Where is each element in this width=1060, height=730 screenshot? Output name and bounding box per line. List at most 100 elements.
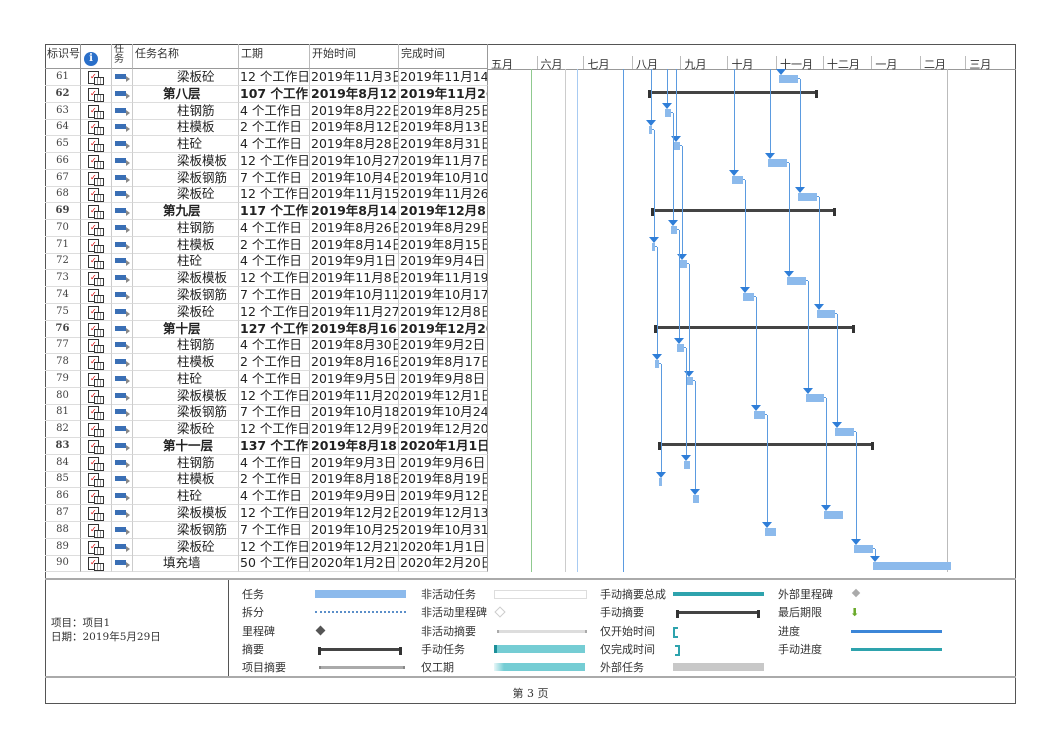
task-name[interactable]: 梁板钢筋 <box>133 287 239 304</box>
task-bar[interactable] <box>674 142 681 151</box>
table-row[interactable]: 67 ✓ 梁板钢筋7 个工作日2019年10月4日2019年10月10日 <box>45 169 488 187</box>
task-mode-cell[interactable] <box>112 505 133 523</box>
task-start[interactable]: 2019年8月28日 <box>310 136 399 154</box>
col-header-finish[interactable]: 完成时间 <box>399 44 488 69</box>
task-finish[interactable]: 2019年8月31日 <box>399 136 488 154</box>
summary-bar[interactable] <box>654 324 855 333</box>
task-duration[interactable]: 107 个工作日 <box>239 85 310 103</box>
task-start[interactable]: 2019年10月25日 <box>310 521 399 539</box>
task-finish[interactable]: 2019年8月29日 <box>399 219 488 237</box>
task-mode-cell[interactable] <box>112 521 133 539</box>
col-header-mode[interactable]: 任务 <box>112 44 133 69</box>
table-row[interactable]: 62 ✓ 第八层107 个工作日2019年8月12日2019年11月26日 <box>45 85 488 103</box>
summary-bar[interactable] <box>657 442 875 451</box>
task-mode-cell[interactable] <box>112 85 133 103</box>
summary-bar[interactable] <box>648 90 819 99</box>
task-mode-cell[interactable] <box>112 471 133 489</box>
table-row[interactable]: 77 ✓ 柱钢筋 4 个工作日 2019年8月30日 2019年9月2日 <box>45 337 488 355</box>
task-finish[interactable]: 2019年9月12日 <box>399 488 488 506</box>
table-row[interactable]: 85 ✓ 柱模板 2 个工作日 2019年8月18日 2019年8月19日 <box>45 471 488 489</box>
task-duration[interactable]: 4 个工作日 <box>239 370 310 388</box>
table-row[interactable]: 87 ✓ 梁板模板12 个工作日2019年12月2日2019年12月13日 <box>45 505 488 523</box>
task-bar[interactable] <box>683 461 690 470</box>
task-start[interactable]: 2019年11月15日 <box>310 186 399 204</box>
task-name[interactable]: 梁板砼 <box>133 303 239 321</box>
task-bar[interactable] <box>816 310 836 319</box>
task-duration[interactable]: 12 个工作日 <box>239 152 310 170</box>
task-bar[interactable] <box>677 343 684 352</box>
task-name[interactable]: 梁板砼 <box>133 69 239 86</box>
task-finish[interactable]: 2019年11月7日 <box>399 152 488 170</box>
task-finish[interactable]: 2019年12月8日 <box>399 303 488 321</box>
task-bar[interactable] <box>743 293 755 302</box>
task-name[interactable]: 梁板模板 <box>133 152 239 170</box>
task-mode-cell[interactable] <box>112 437 133 455</box>
task-finish[interactable]: 2019年10月10日 <box>399 169 488 187</box>
task-start[interactable]: 2019年8月16日 <box>310 320 399 338</box>
task-mode-cell[interactable] <box>112 186 133 204</box>
task-mode-cell[interactable] <box>112 337 133 355</box>
table-row[interactable]: 83 ✓ 第十一层137 个工作日2019年8月18日2020年1月1日 <box>45 437 488 455</box>
task-finish[interactable]: 2019年8月25日 <box>399 102 488 120</box>
task-bar[interactable] <box>649 125 653 134</box>
task-mode-cell[interactable] <box>112 555 133 573</box>
table-row[interactable]: 82 ✓ 梁板砼12 个工作日2019年12月9日2019年12月20日 <box>45 421 488 439</box>
task-start[interactable]: 2019年10月11日 <box>310 287 399 304</box>
col-header-name[interactable]: 任务名称 <box>133 44 239 69</box>
task-name[interactable]: 梁板钢筋 <box>133 169 239 187</box>
task-duration[interactable]: 12 个工作日 <box>239 69 310 86</box>
task-mode-cell[interactable] <box>112 287 133 304</box>
table-row[interactable]: 70 ✓ 柱钢筋 4 个工作日 2019年8月26日 2019年8月29日 <box>45 219 488 237</box>
task-finish[interactable]: 2019年10月24日 <box>399 404 488 422</box>
task-duration[interactable]: 12 个工作日 <box>239 387 310 405</box>
task-duration[interactable]: 4 个工作日 <box>239 102 310 120</box>
task-name[interactable]: 梁板砼 <box>133 186 239 204</box>
task-bar[interactable] <box>754 410 765 419</box>
task-bar[interactable] <box>693 494 700 503</box>
task-start[interactable]: 2019年11月8日 <box>310 270 399 288</box>
task-start[interactable]: 2019年8月14日 <box>310 203 399 221</box>
table-row[interactable]: 72 ✓ 柱砼 4 个工作日 2019年9月1日 2019年9月4日 <box>45 253 488 271</box>
task-mode-cell[interactable] <box>112 169 133 187</box>
task-name[interactable]: 柱砼 <box>133 488 239 506</box>
task-duration[interactable]: 2 个工作日 <box>239 354 310 372</box>
task-name[interactable]: 梁板钢筋 <box>133 404 239 422</box>
task-start[interactable]: 2019年11月20日 <box>310 387 399 405</box>
table-row[interactable]: 78 ✓ 柱模板 2 个工作日 2019年8月16日 2019年8月17日 <box>45 354 488 372</box>
task-mode-cell[interactable] <box>112 320 133 338</box>
task-start[interactable]: 2019年9月9日 <box>310 488 399 506</box>
task-name[interactable]: 第十层 <box>133 320 239 338</box>
task-bar[interactable] <box>768 159 787 168</box>
task-bar[interactable] <box>671 226 678 235</box>
task-name[interactable]: 填充墙 <box>133 555 239 573</box>
task-duration[interactable]: 7 个工作日 <box>239 521 310 539</box>
task-mode-cell[interactable] <box>112 370 133 388</box>
task-start[interactable]: 2019年10月27日 <box>310 152 399 170</box>
table-row[interactable]: 65 ✓ 柱砼 4 个工作日 2019年8月28日 2019年8月31日 <box>45 136 488 154</box>
task-duration[interactable]: 4 个工作日 <box>239 337 310 355</box>
table-row[interactable]: 76 ✓ 第十层127 个工作日2019年8月16日2019年12月20日 <box>45 320 488 338</box>
task-name[interactable]: 柱砼 <box>133 253 239 271</box>
table-row[interactable]: 75 ✓ 梁板砼12 个工作日2019年11月27日2019年12月8日 <box>45 303 488 321</box>
table-row[interactable]: 69 ✓ 第九层117 个工作日2019年8月14日2019年12月8日 <box>45 203 488 221</box>
task-name[interactable]: 梁板砼 <box>133 538 239 556</box>
task-finish[interactable]: 2019年8月13日 <box>399 119 488 137</box>
table-row[interactable]: 68 ✓ 梁板砼12 个工作日2019年11月15日2019年11月26日 <box>45 186 488 204</box>
task-start[interactable]: 2019年10月18日 <box>310 404 399 422</box>
task-mode-cell[interactable] <box>112 102 133 120</box>
table-row[interactable]: 80 ✓ 梁板模板12 个工作日2019年11月20日2019年12月1日 <box>45 387 488 405</box>
task-name[interactable]: 柱模板 <box>133 236 239 254</box>
task-finish[interactable]: 2020年1月1日 <box>399 437 488 455</box>
task-bar[interactable] <box>658 477 662 486</box>
task-mode-cell[interactable] <box>112 454 133 472</box>
task-finish[interactable]: 2019年9月8日 <box>399 370 488 388</box>
task-duration[interactable]: 50 个工作日 <box>239 555 310 573</box>
task-finish[interactable]: 2019年8月19日 <box>399 471 488 489</box>
table-row[interactable]: 74 ✓ 梁板钢筋7 个工作日2019年10月11日2019年10月17日 <box>45 287 488 304</box>
task-mode-cell[interactable] <box>112 488 133 506</box>
task-duration[interactable]: 2 个工作日 <box>239 236 310 254</box>
task-start[interactable]: 2019年8月18日 <box>310 471 399 489</box>
task-start[interactable]: 2019年8月16日 <box>310 354 399 372</box>
task-bar[interactable] <box>680 259 687 268</box>
task-start[interactable]: 2019年8月22日 <box>310 102 399 120</box>
